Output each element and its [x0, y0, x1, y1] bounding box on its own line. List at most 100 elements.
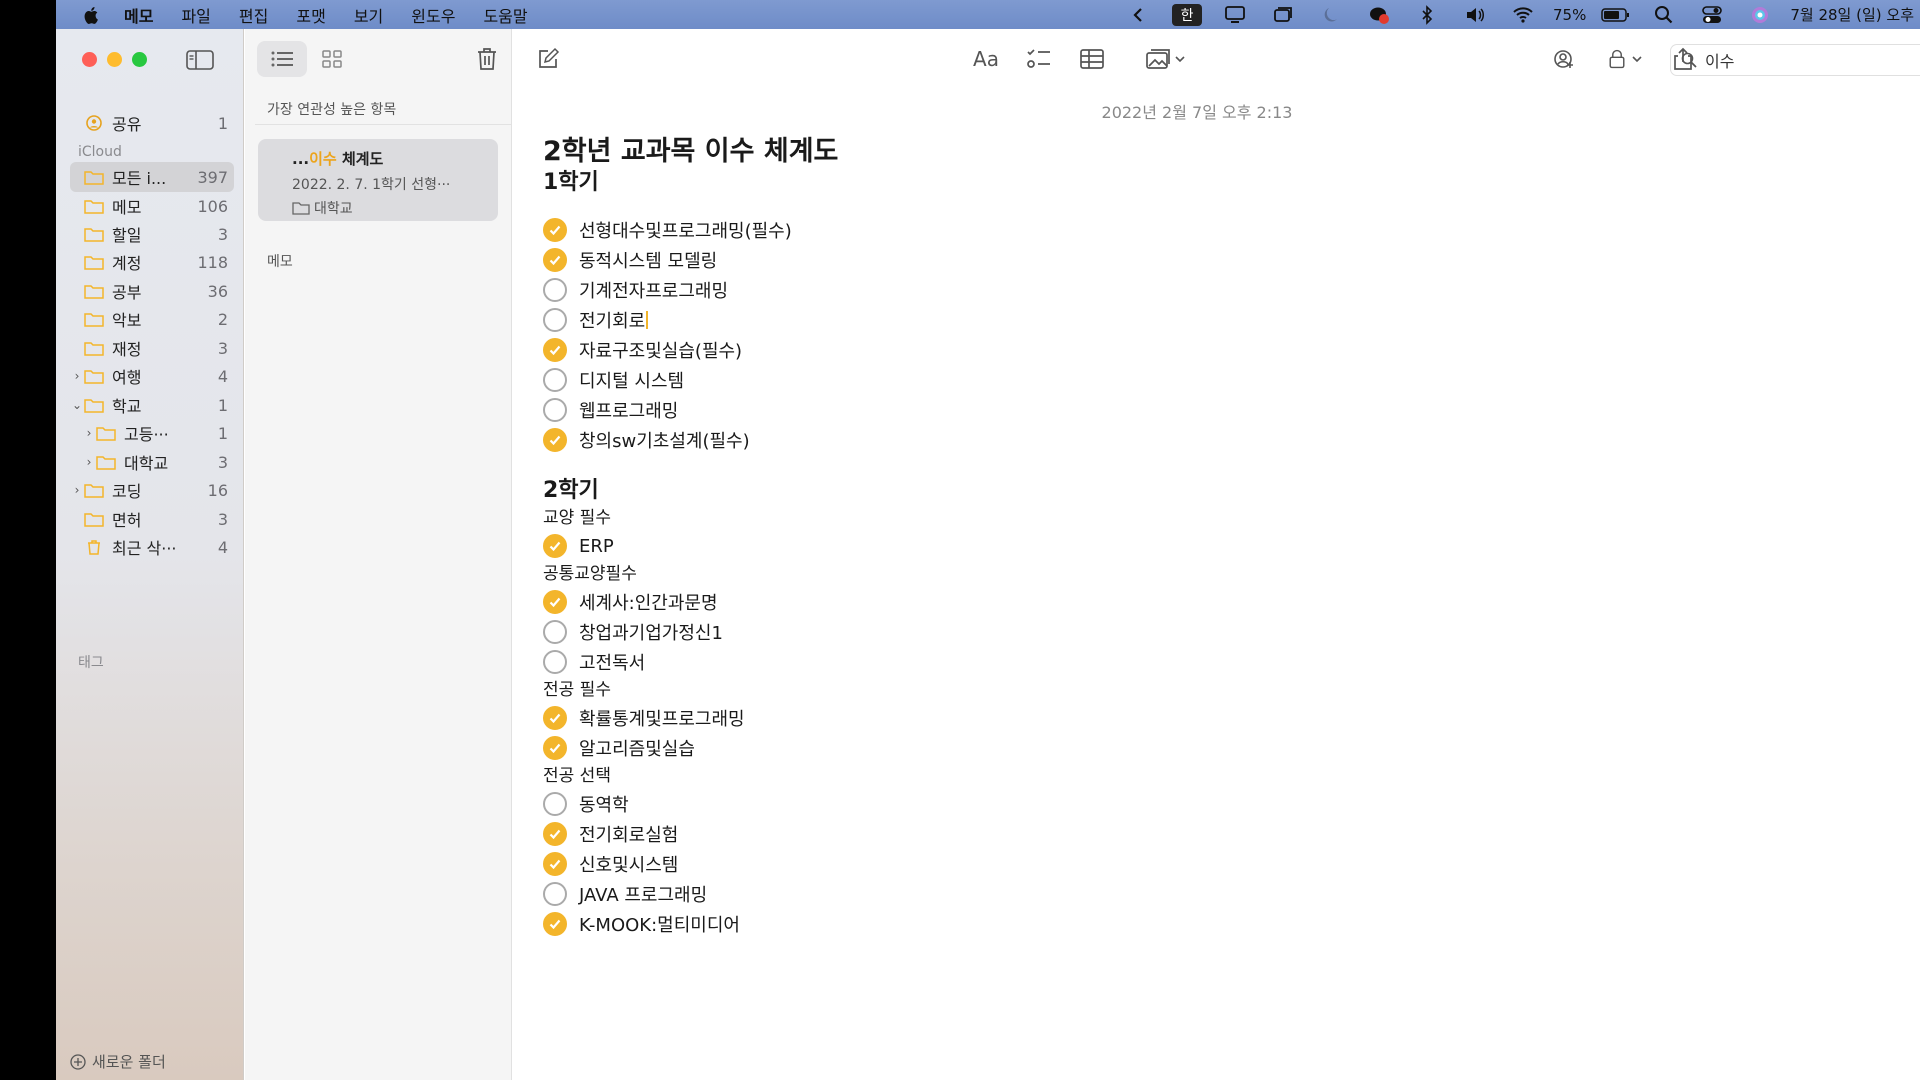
unchecked-circle-icon[interactable] — [543, 882, 567, 906]
disclosure-chevron-icon[interactable]: › — [82, 455, 96, 469]
checked-circle-icon[interactable] — [543, 428, 567, 452]
gallery-view-button[interactable] — [307, 41, 357, 77]
checklist-item-text[interactable]: 전기회로실험 — [579, 821, 678, 847]
close-button[interactable] — [82, 52, 97, 67]
collaborate-button[interactable] — [1547, 45, 1579, 73]
input-method-indicator[interactable]: 한 — [1172, 3, 1203, 26]
display-icon[interactable] — [1211, 0, 1259, 29]
sidebar-folder[interactable]: 악보 2 — [70, 304, 234, 334]
search-input[interactable]: 이수 — [1705, 48, 1734, 72]
bluetooth-icon[interactable] — [1403, 0, 1451, 29]
checked-circle-icon[interactable] — [543, 736, 567, 760]
sidebar-folder[interactable]: 할일 3 — [70, 219, 234, 249]
checklist-item-text[interactable]: 전기회로 — [579, 307, 645, 333]
sidebar-folder[interactable]: › 코딩 16 — [70, 475, 234, 505]
sidebar-folder[interactable]: 재정 3 — [70, 333, 234, 363]
menu-format[interactable]: 포맷 — [296, 3, 325, 27]
note-card-title-prefix: ... — [292, 150, 310, 168]
sidebar-item-shared[interactable]: 공유 1 — [70, 108, 234, 138]
menu-window[interactable]: 윈도우 — [411, 3, 455, 27]
sidebar-folder[interactable]: 최근 삭··· 4 — [70, 532, 234, 562]
focus-moon-icon[interactable] — [1307, 0, 1355, 29]
sidebar-folder[interactable]: ⌄ 학교 1 — [70, 390, 234, 420]
checked-circle-icon[interactable] — [543, 338, 567, 362]
checklist-item-text[interactable]: 알고리즘및실습 — [579, 735, 695, 761]
checked-circle-icon[interactable] — [543, 706, 567, 730]
checklist-item-text[interactable]: 동적시스템 모델링 — [579, 247, 717, 273]
checklist-item-text[interactable]: 디지털 시스템 — [579, 367, 684, 393]
checked-circle-icon[interactable] — [543, 218, 567, 242]
unchecked-circle-icon[interactable] — [543, 650, 567, 674]
sidebar-folder[interactable]: 메모 106 — [70, 191, 234, 221]
menu-edit[interactable]: 편집 — [239, 3, 268, 27]
checklist-item-text[interactable]: 창업과기업가정신1 — [579, 619, 723, 645]
sidebar-folder[interactable]: › 여행 4 — [70, 361, 234, 391]
menu-app-name[interactable]: 메모 — [124, 3, 153, 27]
unchecked-circle-icon[interactable] — [543, 278, 567, 302]
menu-help[interactable]: 도움말 — [483, 3, 527, 27]
list-view-button[interactable] — [257, 41, 307, 77]
menu-view[interactable]: 보기 — [354, 3, 383, 27]
checked-circle-icon[interactable] — [543, 590, 567, 614]
checked-circle-icon[interactable] — [543, 822, 567, 846]
chat-app-icon[interactable] — [1355, 0, 1403, 29]
checklist-item-text[interactable]: 확률통계및프로그래밍 — [579, 705, 745, 731]
siri-icon[interactable] — [1736, 0, 1784, 29]
spotlight-search-icon[interactable] — [1640, 0, 1688, 29]
checked-circle-icon[interactable] — [543, 534, 567, 558]
disclosure-chevron-icon[interactable]: › — [70, 369, 84, 383]
sidebar-toggle-icon[interactable] — [186, 49, 214, 71]
checked-circle-icon[interactable] — [543, 912, 567, 936]
wifi-icon[interactable] — [1499, 0, 1547, 29]
sidebar-folder[interactable]: 공부 36 — [70, 276, 234, 306]
delete-note-button[interactable] — [475, 46, 499, 76]
compose-button[interactable] — [533, 45, 565, 73]
note-card[interactable]: ...이수 체계도 2022. 2. 7. 1학기 선형··· 대학교 — [258, 139, 498, 221]
lock-button[interactable] — [1601, 45, 1647, 73]
search-field[interactable]: 이수 — [1670, 44, 1920, 76]
menu-file[interactable]: 파일 — [181, 3, 210, 27]
checklist-item-text[interactable]: 신호및시스템 — [579, 851, 678, 877]
unchecked-circle-icon[interactable] — [543, 308, 567, 332]
checklist-item-text[interactable]: 기계전자프로그래밍 — [579, 277, 728, 303]
format-button[interactable]: Aa — [969, 45, 1003, 73]
stage-manager-icon[interactable] — [1259, 0, 1307, 29]
table-button[interactable] — [1076, 45, 1108, 73]
sidebar-folder[interactable]: 모든 i... 397 — [70, 162, 234, 192]
chevron-left-icon[interactable] — [1115, 0, 1163, 29]
minimize-button[interactable] — [107, 52, 122, 67]
note-body[interactable]: 2학년 교과목 이수 체계도 1학기 선형대수및프로그래밍(필수) 동적시스템 모… — [543, 135, 1443, 939]
datetime[interactable]: 7월 28일 (일) 오후 — [1790, 4, 1914, 25]
unchecked-circle-icon[interactable] — [543, 792, 567, 816]
sidebar-folder[interactable]: › 고등··· 1 — [82, 418, 234, 448]
apple-icon[interactable] — [82, 5, 102, 25]
checked-circle-icon[interactable] — [543, 248, 567, 272]
sidebar-folder[interactable]: › 대학교 3 — [82, 447, 234, 477]
checked-circle-icon[interactable] — [543, 852, 567, 876]
disclosure-chevron-icon[interactable]: › — [70, 483, 84, 497]
sidebar-folder[interactable]: 계정 118 — [70, 247, 234, 277]
checklist-item-text[interactable]: JAVA 프로그래밍 — [579, 881, 707, 907]
checklist-item-text[interactable]: 선형대수및프로그래밍(필수) — [579, 217, 792, 243]
checklist-item-text[interactable]: K-MOOK:멀티미디어 — [579, 911, 740, 937]
checklist-button[interactable] — [1023, 45, 1055, 73]
unchecked-circle-icon[interactable] — [543, 368, 567, 392]
battery-icon[interactable] — [1592, 0, 1640, 29]
checklist-item-text[interactable]: 고전독서 — [579, 649, 645, 675]
disclosure-chevron-icon[interactable]: › — [82, 426, 96, 440]
checklist-item-text[interactable]: 웹프로그래밍 — [579, 397, 678, 423]
sidebar-folder[interactable]: 면허 3 — [70, 504, 234, 534]
unchecked-circle-icon[interactable] — [543, 620, 567, 644]
disclosure-chevron-icon[interactable]: ⌄ — [70, 398, 84, 412]
checklist-item-text[interactable]: 동역학 — [579, 791, 629, 817]
checklist-item-text[interactable]: 창의sw기초설계(필수) — [579, 427, 750, 453]
checklist-item-text[interactable]: 자료구조및실습(필수) — [579, 337, 742, 363]
media-button[interactable] — [1140, 45, 1190, 73]
checklist-item-text[interactable]: ERP — [579, 536, 614, 557]
zoom-button[interactable] — [132, 52, 147, 67]
checklist-item-text[interactable]: 세계사:인간과문명 — [579, 589, 718, 615]
volume-icon[interactable] — [1451, 0, 1499, 29]
unchecked-circle-icon[interactable] — [543, 398, 567, 422]
new-folder-button[interactable]: 새로운 폴더 — [70, 1051, 166, 1072]
control-center-icon[interactable] — [1688, 0, 1736, 29]
